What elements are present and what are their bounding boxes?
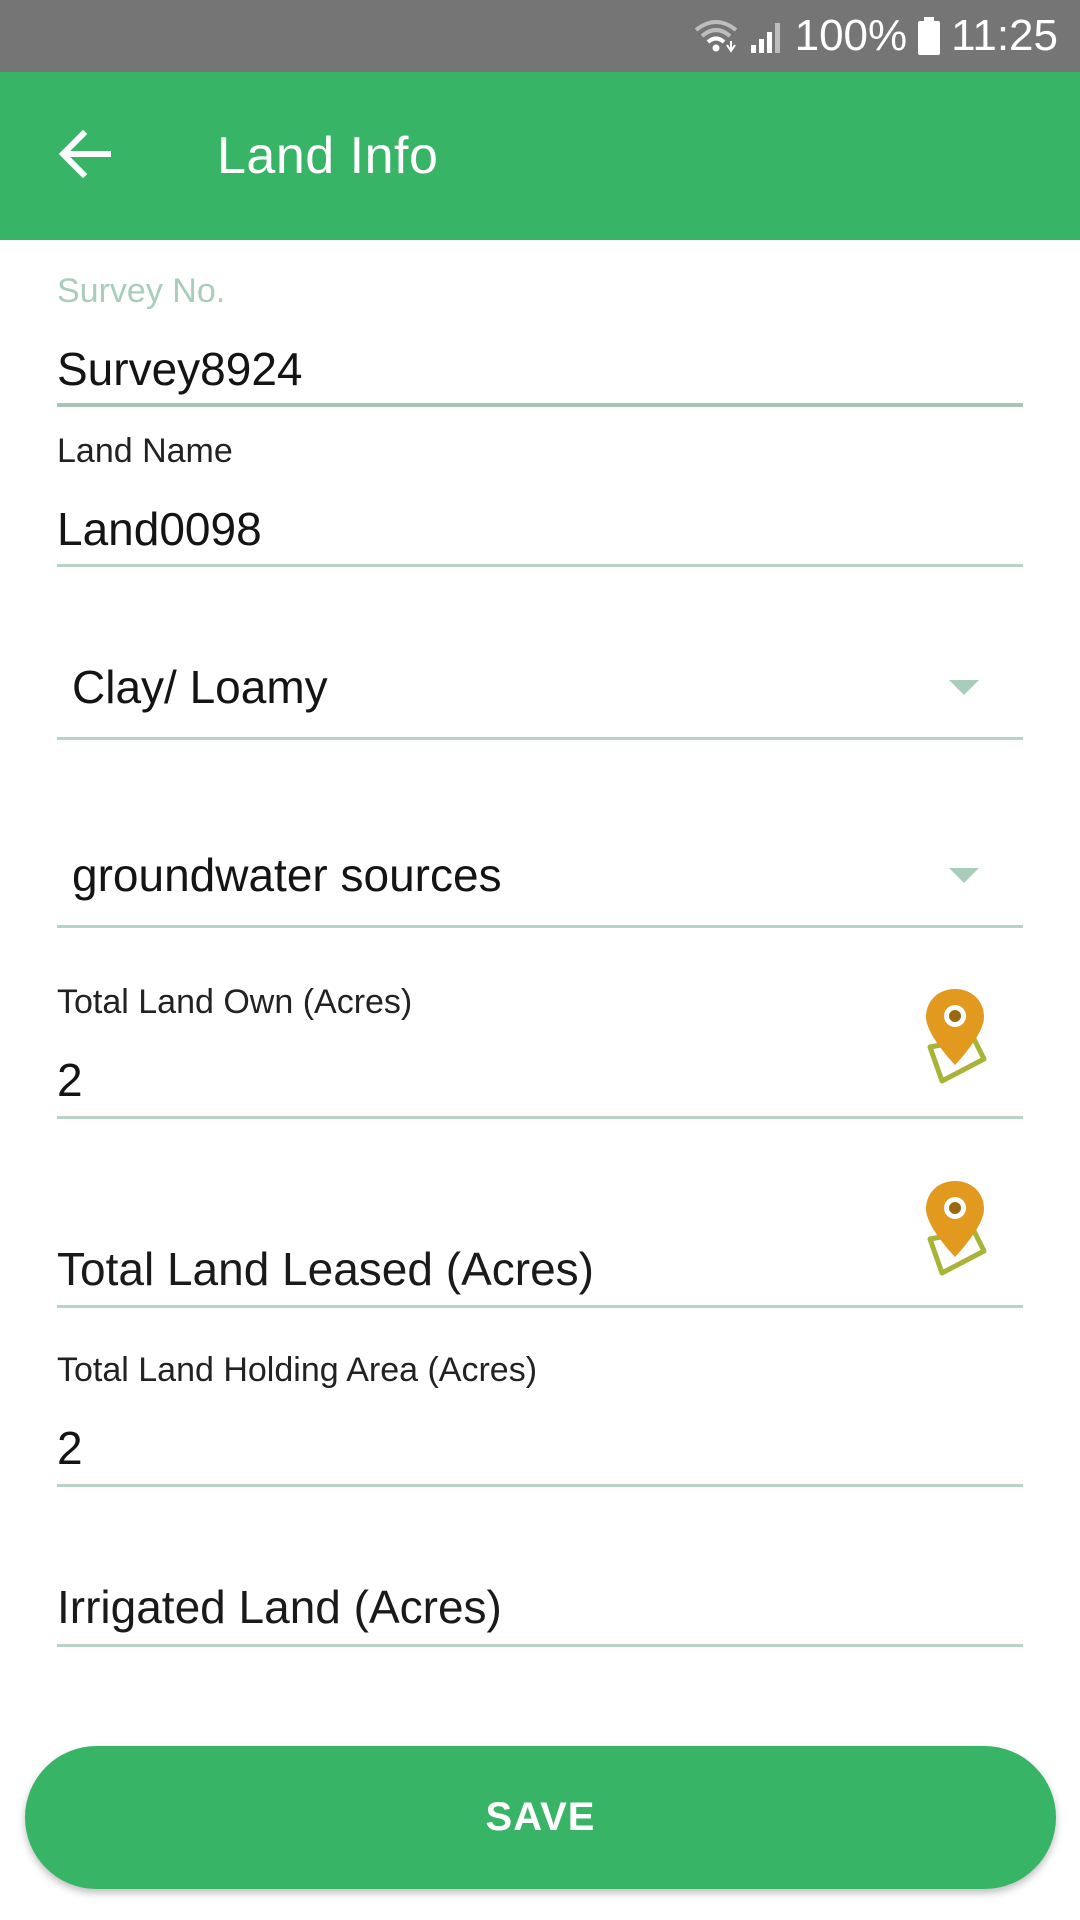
status-bar-right: 100% 11:25 [693,0,1058,72]
survey-no-label: Survey No. [57,272,226,310]
battery-percent: 100% [794,11,908,60]
survey-no-underline [57,403,1023,407]
water-source-dropdown[interactable]: groundwater sources [57,828,1023,928]
total-land-holding-label: Total Land Holding Area (Acres) [57,1351,538,1389]
status-time: 11:25 [951,11,1058,60]
chevron-down-icon [949,680,979,695]
total-land-leased-underline [57,1305,1023,1308]
back-button[interactable] [40,116,130,196]
soil-type-underline [57,737,1023,740]
total-land-own-underline [57,1116,1023,1119]
save-button[interactable]: SAVE [25,1746,1056,1889]
map-pin-icon[interactable] [920,1177,990,1277]
survey-no-input[interactable]: Survey8924 [57,342,303,396]
land-name-underline [57,564,1023,567]
irrigated-land-input[interactable]: Irrigated Land (Acres) [57,1580,502,1634]
page-title: Land Info [217,127,439,185]
survey-no-field[interactable]: Survey No. Survey8924 [57,272,1023,412]
total-land-leased-input[interactable]: Total Land Leased (Acres) [57,1242,594,1296]
water-source-selected: groundwater sources [72,849,502,901]
wifi-icon [693,17,739,55]
irrigated-land-underline [57,1644,1023,1647]
land-name-input[interactable]: Land0098 [57,502,262,556]
total-land-leased-field[interactable]: Total Land Leased (Acres) [57,1230,1023,1310]
map-pin-icon[interactable] [920,985,990,1085]
total-land-holding-input[interactable]: 2 [57,1421,83,1475]
chevron-down-icon [949,868,979,883]
water-source-underline [57,925,1023,928]
total-land-holding-underline [57,1484,1023,1487]
total-land-own-label: Total Land Own (Acres) [57,983,413,1021]
status-bar: 100% 11:25 [0,0,1080,72]
app-bar: Land Info [0,72,1080,240]
total-land-own-field[interactable]: Total Land Own (Acres) 2 [57,983,1023,1123]
signal-icon [749,17,785,55]
land-name-field[interactable]: Land Name Land0098 [57,432,1023,572]
battery-icon [917,16,941,56]
total-land-own-input[interactable]: 2 [57,1053,83,1107]
land-name-label: Land Name [57,432,233,470]
soil-type-selected: Clay/ Loamy [72,661,328,713]
irrigated-land-field[interactable]: Irrigated Land (Acres) [57,1568,1023,1648]
total-land-holding-field[interactable]: Total Land Holding Area (Acres) 2 [57,1351,1023,1491]
soil-type-dropdown[interactable]: Clay/ Loamy [57,640,1023,740]
arrow-left-icon [58,129,112,183]
